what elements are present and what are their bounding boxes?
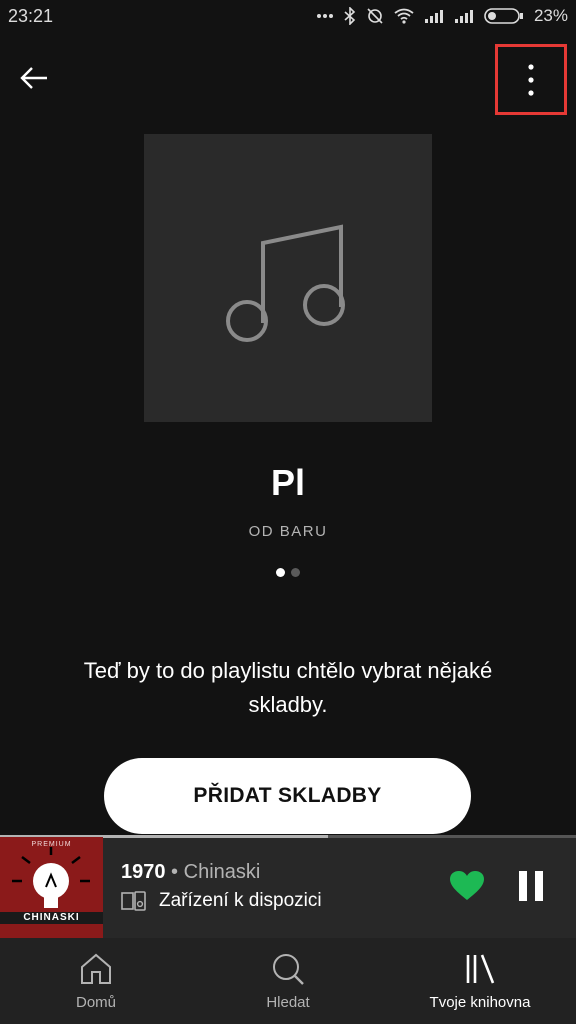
- back-button[interactable]: [14, 58, 54, 98]
- signal-icon-2: [454, 10, 473, 23]
- alarm-off-icon: [367, 8, 383, 24]
- nav-library-label: Tvoje knihovna: [429, 994, 531, 1011]
- library-icon: [466, 954, 495, 984]
- arrow-left-icon: [20, 67, 47, 89]
- signal-icon: [424, 10, 443, 23]
- devices-icon: [121, 891, 146, 911]
- page-indicator: [0, 568, 576, 577]
- device-label: Zařízení k dispozici: [159, 890, 322, 911]
- nav-search-label: Hledat: [266, 994, 310, 1011]
- search-icon: [273, 954, 304, 985]
- dots-icon: [316, 14, 333, 18]
- playlist-owner[interactable]: OD BARU: [0, 523, 576, 540]
- track-artist: Chinaski: [183, 861, 261, 883]
- status-icons: 23%: [316, 6, 568, 26]
- track-title: 1970: [121, 861, 166, 883]
- wifi-icon: [394, 8, 414, 24]
- pause-bar-right: [535, 871, 543, 901]
- more-vertical-icon: [528, 63, 534, 96]
- track-separator: •: [165, 861, 184, 883]
- home-icon: [81, 953, 111, 984]
- add-songs-button[interactable]: PŘIDAT SKLADBY: [104, 758, 471, 834]
- nav-search[interactable]: Hledat: [192, 938, 384, 1024]
- battery-percent: 23%: [533, 6, 568, 25]
- device-picker[interactable]: Zařízení k dispozici: [121, 890, 322, 912]
- nav-home[interactable]: Domů: [0, 938, 192, 1024]
- bluetooth-icon: [344, 7, 356, 25]
- now-playing-bar[interactable]: PREMIUM CHINASKI 1970 • Chinaski Zařízen…: [0, 835, 576, 938]
- like-button[interactable]: [449, 870, 485, 904]
- empty-playlist-message: Teď by to do playlistu chtělo vybrat něj…: [83, 658, 493, 717]
- bottom-nav: Domů Hledat Tvoje knihovna: [0, 938, 576, 1024]
- pause-button[interactable]: [514, 871, 548, 905]
- nav-library[interactable]: Tvoje knihovna: [384, 938, 576, 1024]
- music-note-icon: [226, 224, 345, 342]
- more-options-button[interactable]: [495, 44, 567, 115]
- lightbulb-icon: [12, 847, 90, 908]
- nav-home-label: Domů: [75, 994, 116, 1011]
- pause-bar-left: [519, 871, 527, 901]
- battery-icon: [484, 8, 523, 24]
- album-art-band: CHINASKI: [0, 912, 103, 924]
- heart-icon: [450, 871, 484, 900]
- status-time: 23:21: [8, 6, 54, 26]
- page-dot-1: [276, 568, 285, 577]
- page-dot-2: [291, 568, 300, 577]
- playlist-title: Pl: [270, 462, 305, 503]
- track-info[interactable]: 1970 • Chinaski: [121, 861, 260, 884]
- album-art[interactable]: PREMIUM CHINASKI: [0, 837, 103, 938]
- playlist-cover: [144, 134, 432, 422]
- status-bar: 23:21 23%: [0, 0, 576, 34]
